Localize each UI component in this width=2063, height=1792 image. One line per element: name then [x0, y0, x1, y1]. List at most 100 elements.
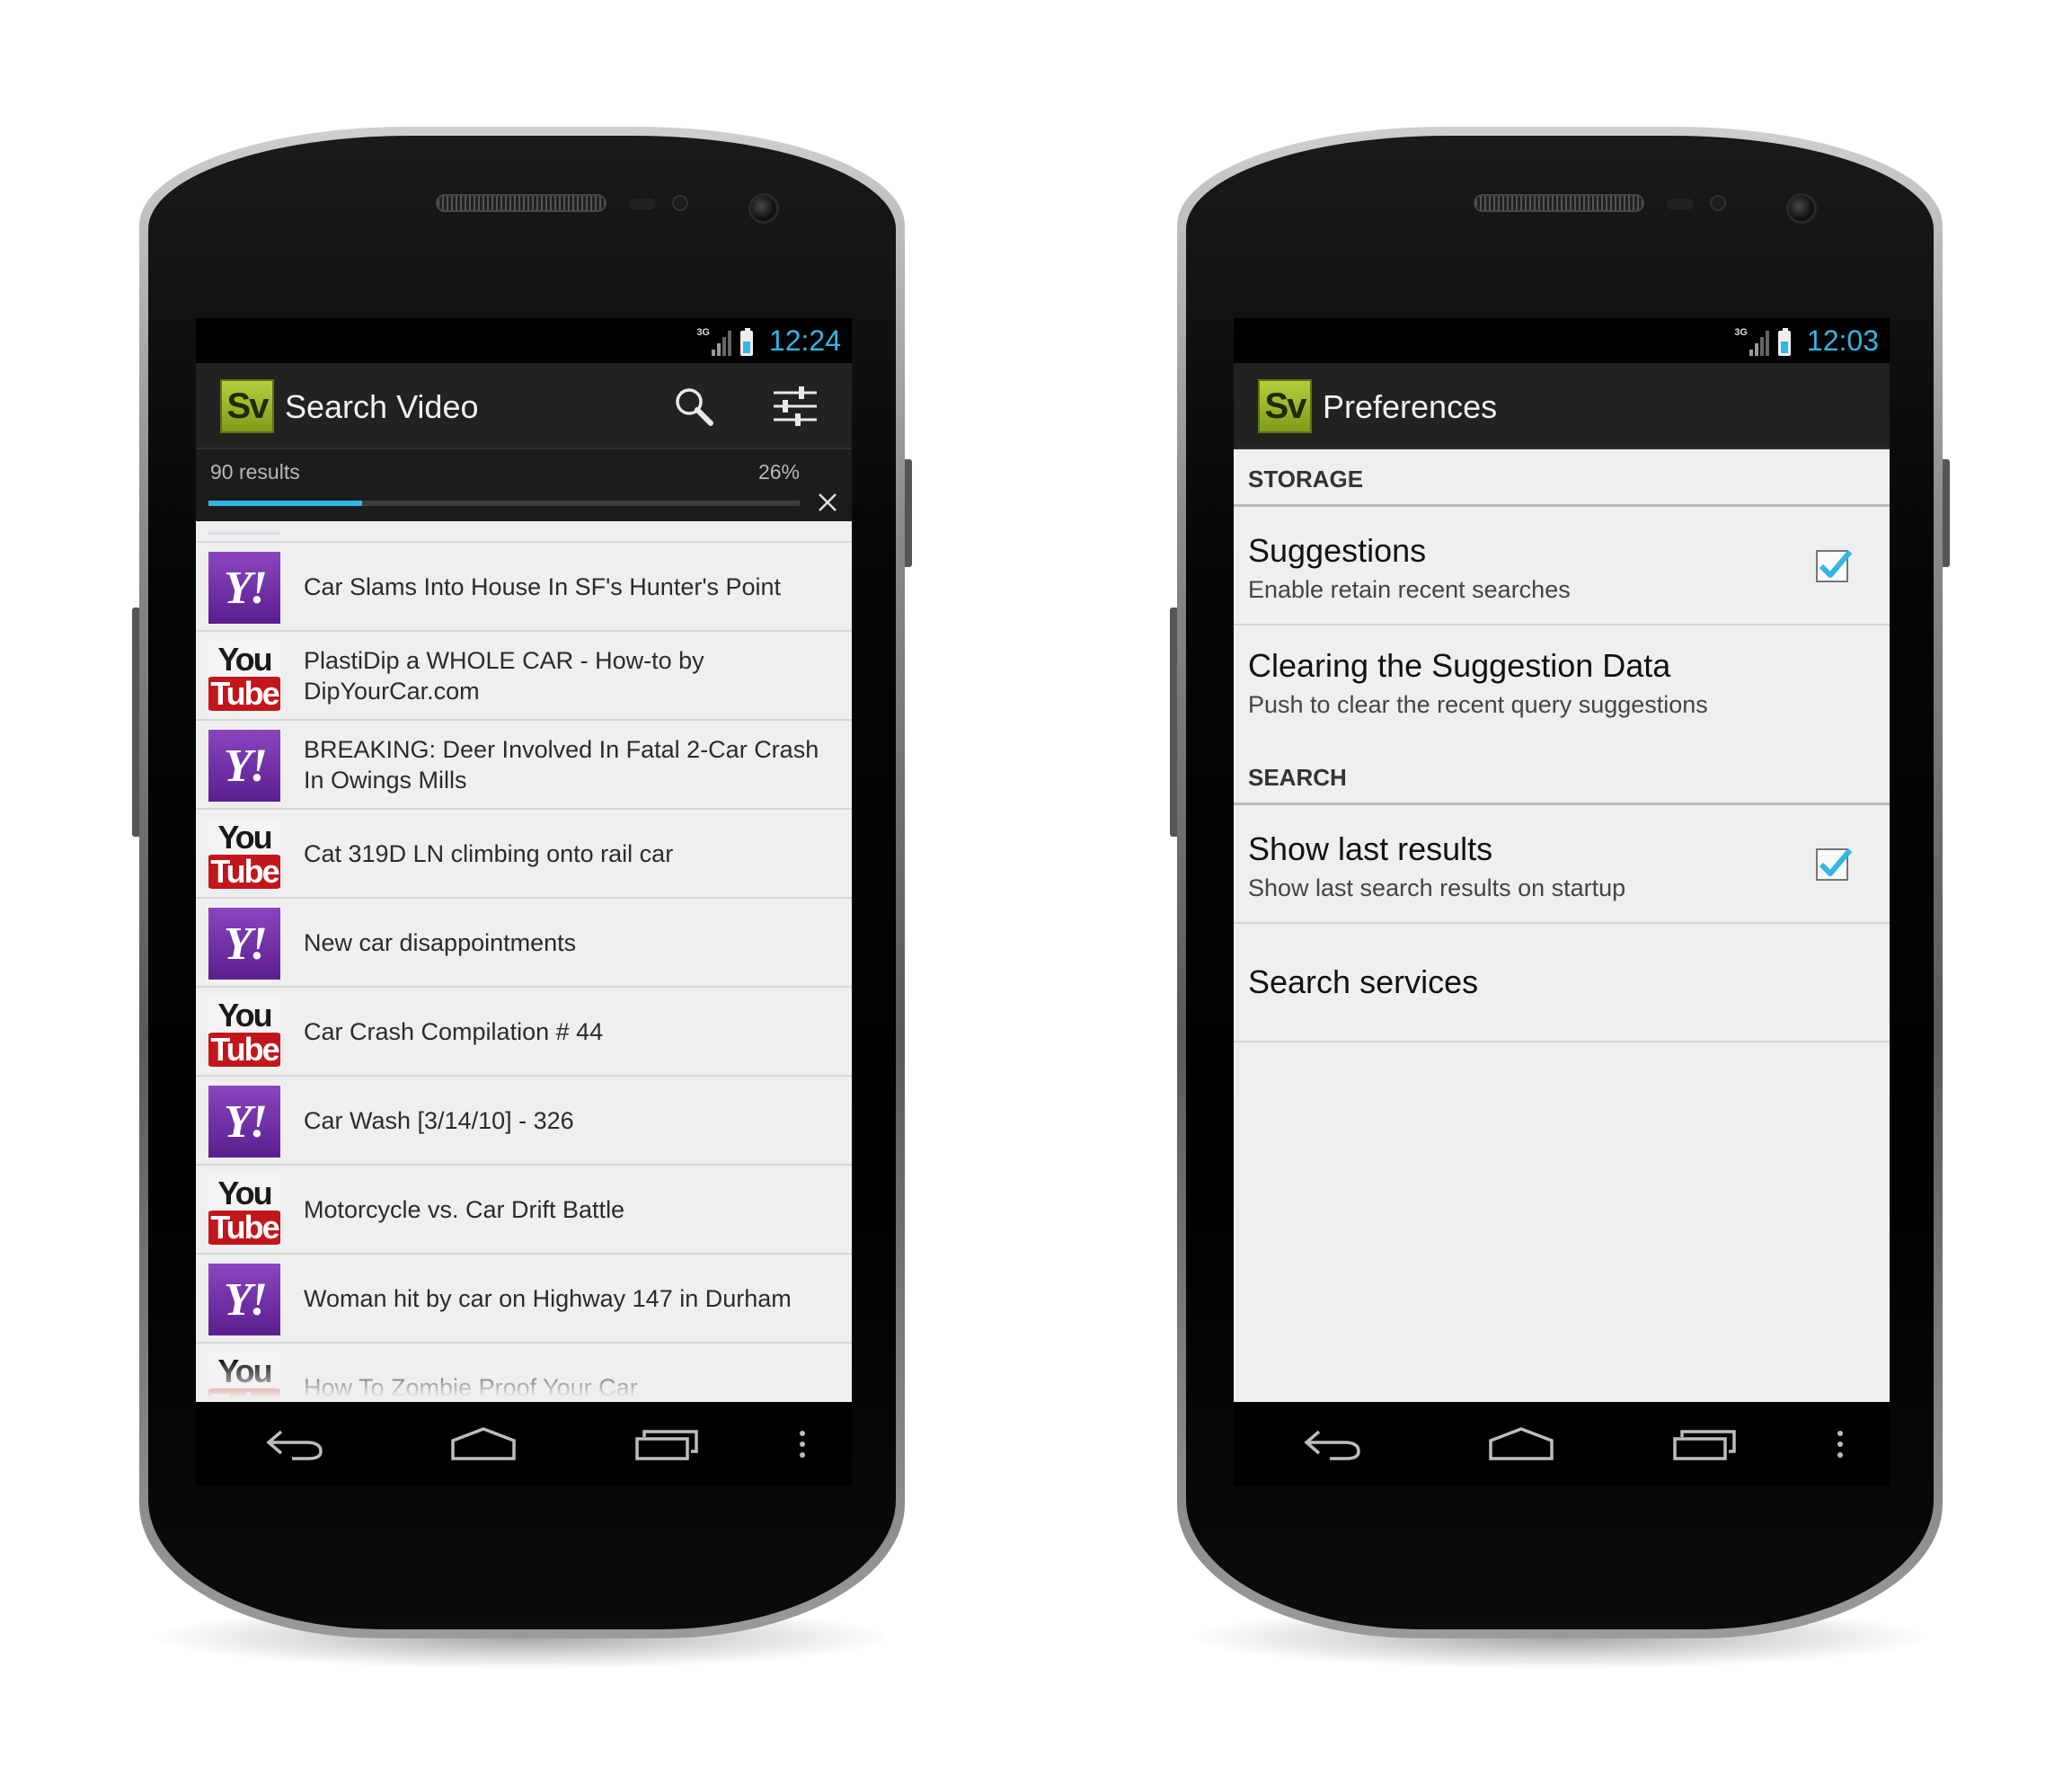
progress-percent: 26%	[757, 460, 800, 483]
pref-title: Suggestions	[1248, 532, 1427, 569]
earpiece-speaker	[436, 194, 607, 212]
youtube-icon: YouTube	[208, 641, 280, 713]
youtube-logo-tube: Tube	[208, 855, 280, 889]
result-row[interactable]: Y! Car Slams Into House In SF's Hunter's …	[196, 543, 852, 632]
youtube-icon: YouTube	[208, 997, 280, 1069]
progress-bar	[208, 501, 800, 506]
signal-icon	[1749, 331, 1771, 356]
filter-settings-button[interactable]	[766, 379, 824, 433]
navigation-bar	[1234, 1402, 1890, 1486]
front-camera	[748, 193, 779, 224]
pref-title: Search services	[1248, 963, 1479, 1000]
overflow-menu-button[interactable]	[1822, 1422, 1858, 1467]
yahoo-logo-bang: !	[249, 740, 268, 792]
youtube-logo-you: You	[217, 997, 272, 1034]
status-clock: 12:24	[768, 324, 841, 357]
home-button[interactable]	[1485, 1422, 1557, 1467]
show-last-results-checkbox[interactable]	[1816, 848, 1853, 881]
recent-apps-icon	[1673, 1430, 1736, 1460]
checkmark-icon	[1819, 848, 1853, 876]
signal-icon	[712, 331, 733, 356]
network-type: 3G	[1734, 327, 1748, 338]
result-title: Woman hit by car on Highway 147 in Durha…	[304, 1284, 792, 1312]
back-icon	[266, 1430, 323, 1460]
home-icon	[1489, 1427, 1554, 1460]
result-row[interactable]: You Tube Car Crash Compilation # 44	[196, 988, 852, 1077]
pref-suggestions[interactable]: Suggestions Enable retain recent searche…	[1234, 507, 1890, 625]
status-bar: 3G 12:03	[1234, 318, 1890, 363]
youtube-logo-you: You	[217, 1175, 272, 1211]
preferences-list: STORAGE Suggestions Enable retain recent…	[1234, 449, 1890, 1402]
phone-left: 3G 12:24 Sv Search Video 90 results 26% …	[132, 127, 912, 1669]
result-row[interactable]: Y! New car disappointments	[196, 899, 852, 988]
pref-summary: Push to clear the recent query suggestio…	[1248, 691, 1708, 718]
navigation-bar	[196, 1402, 852, 1486]
result-title: BREAKING: Deer Involved In Fatal 2-Car C…	[304, 735, 819, 794]
result-title: Cat 319D LN climbing onto rail car	[304, 839, 674, 867]
pref-show-last-results[interactable]: Show last results Show last search resul…	[1234, 805, 1890, 924]
youtube-icon: YouTube	[208, 1175, 280, 1246]
app-title: Preferences	[1323, 388, 1498, 425]
result-title: Car Crash Compilation # 44	[304, 1017, 604, 1045]
phone-right: 3G 12:03 Sv Preferences STORAGE Suggesti…	[1170, 127, 1950, 1669]
yahoo-logo-letter: Y	[223, 562, 252, 614]
result-row[interactable]: You Tube Cat 319D LN climbing onto rail ca…	[196, 810, 852, 899]
yahoo-icon: Y!	[208, 908, 280, 980]
proximity-sensor	[629, 199, 656, 209]
battery-charging-icon	[1778, 328, 1791, 356]
front-camera	[1786, 193, 1817, 224]
recent-apps-icon	[635, 1430, 698, 1460]
app-logo[interactable]: Sv	[220, 379, 274, 433]
result-row[interactable]: Y! BREAKING: Deer Involved In Fatal 2-Car…	[196, 721, 852, 810]
screen-preferences: 3G 12:03 Sv Preferences STORAGE Suggesti…	[1234, 318, 1890, 1486]
cancel-search-button[interactable]	[816, 491, 839, 514]
search-progress: 90 results 26%	[196, 449, 852, 521]
home-button[interactable]	[447, 1422, 519, 1467]
result-row[interactable]: You Tube Motorcycle vs. Car Drift Battle	[196, 1166, 852, 1255]
youtube-logo-you: You	[217, 641, 272, 678]
app-logo[interactable]: Sv	[1258, 379, 1312, 433]
pref-summary: Enable retain recent searches	[1248, 576, 1571, 603]
search-button[interactable]	[665, 379, 722, 433]
recent-apps-button[interactable]	[632, 1422, 704, 1467]
back-icon	[1304, 1430, 1360, 1460]
screen-search-video: 3G 12:24 Sv Search Video 90 results 26% …	[196, 318, 852, 1486]
yahoo-icon: Y!	[208, 730, 280, 802]
result-title: Car Wash [3/14/10] - 326	[304, 1106, 574, 1134]
pref-title: Show last results	[1248, 830, 1493, 867]
home-icon	[451, 1427, 516, 1460]
list-fade-bottom	[196, 1361, 852, 1402]
results-count: 90 results	[210, 460, 300, 483]
pref-clear-suggestions[interactable]: Clearing the Suggestion Data Push to cle…	[1234, 625, 1890, 748]
checkmark-icon	[1819, 550, 1853, 578]
results-list[interactable]: Y! Car Slams Into House In SF's Hunter's …	[196, 521, 852, 1402]
status-bar: 3G 12:24	[196, 318, 852, 363]
recent-apps-button[interactable]	[1669, 1422, 1741, 1467]
action-bar: Sv Search Video	[196, 363, 852, 449]
list-fade-top	[196, 521, 852, 543]
light-sensor	[672, 195, 688, 211]
suggestions-checkbox[interactable]	[1816, 550, 1853, 582]
result-title: Motorcycle vs. Car Drift Battle	[304, 1195, 625, 1223]
pref-search-services[interactable]: Search services	[1234, 924, 1890, 1042]
back-button[interactable]	[259, 1422, 331, 1467]
result-title: Car Slams Into House In SF's Hunter's Po…	[304, 572, 782, 600]
overflow-menu-icon	[800, 1431, 805, 1458]
back-button[interactable]	[1297, 1422, 1368, 1467]
earpiece-speaker	[1474, 194, 1644, 212]
search-icon	[676, 388, 713, 426]
overflow-menu-button[interactable]	[784, 1422, 820, 1467]
result-row[interactable]: You Tube PlastiDip a WHOLE CAR - How-to by…	[196, 632, 852, 721]
app-title: Search Video	[285, 388, 479, 425]
category-title: SEARCH	[1248, 764, 1347, 791]
pref-summary: Show last search results on startup	[1248, 874, 1626, 901]
light-sensor	[1710, 195, 1726, 211]
category-header-storage: STORAGE	[1234, 449, 1890, 507]
category-header-search: SEARCH	[1234, 748, 1890, 805]
result-row[interactable]: Y! Woman hit by car on Highway 147 in Dur…	[196, 1255, 852, 1344]
action-bar: Sv Preferences	[1234, 363, 1890, 449]
yahoo-logo-letter: Y	[223, 1273, 252, 1326]
result-row[interactable]: Y! Car Wash [3/14/10] - 326	[196, 1077, 852, 1166]
youtube-logo-tube: Tube	[208, 1033, 280, 1067]
yahoo-logo-bang: !	[249, 918, 268, 970]
